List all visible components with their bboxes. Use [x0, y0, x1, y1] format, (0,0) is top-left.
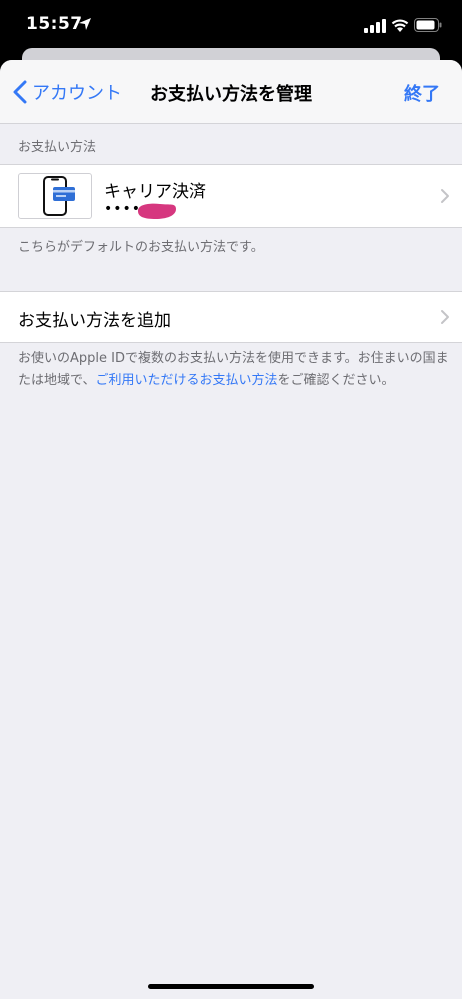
signal-icon	[364, 19, 386, 33]
status-bar: 15:57	[0, 0, 462, 48]
add-payment-method-row[interactable]: お支払い方法を追加	[0, 291, 462, 343]
payment-method-title: キャリア決済	[104, 182, 206, 202]
page-title: お支払い方法を管理	[150, 84, 312, 105]
status-time: 15:57	[26, 14, 83, 34]
payment-info-note: お使いのApple IDで複数のお支払い方法を使用できます。お住まいの国または地…	[18, 348, 450, 392]
default-method-note: こちらがデフォルトのお支払い方法です。	[18, 240, 264, 255]
location-arrow-icon	[79, 18, 91, 30]
redaction-mark	[138, 203, 176, 219]
payment-management-sheet: アカウント お支払い方法を管理 終了 お支払い方法 キャリア決済 •••••• …	[0, 60, 462, 999]
done-button[interactable]: 終了	[404, 80, 440, 106]
home-indicator[interactable]	[148, 984, 314, 989]
section-header: お支払い方法	[18, 140, 97, 155]
battery-icon	[414, 18, 442, 32]
navigation-bar: アカウント お支払い方法を管理 終了	[0, 60, 462, 124]
available-payment-methods-link[interactable]: ご利用いただけるお支払い方法	[95, 373, 277, 388]
chevron-right-icon	[441, 310, 449, 324]
payment-method-row[interactable]: キャリア決済 ••••••	[0, 164, 462, 228]
phone-card-icon	[18, 173, 92, 219]
chevron-right-icon	[441, 189, 449, 203]
info-note-text-end: をご確認ください。	[277, 373, 395, 388]
add-payment-method-label: お支払い方法を追加	[18, 311, 171, 331]
wifi-icon	[391, 19, 409, 32]
